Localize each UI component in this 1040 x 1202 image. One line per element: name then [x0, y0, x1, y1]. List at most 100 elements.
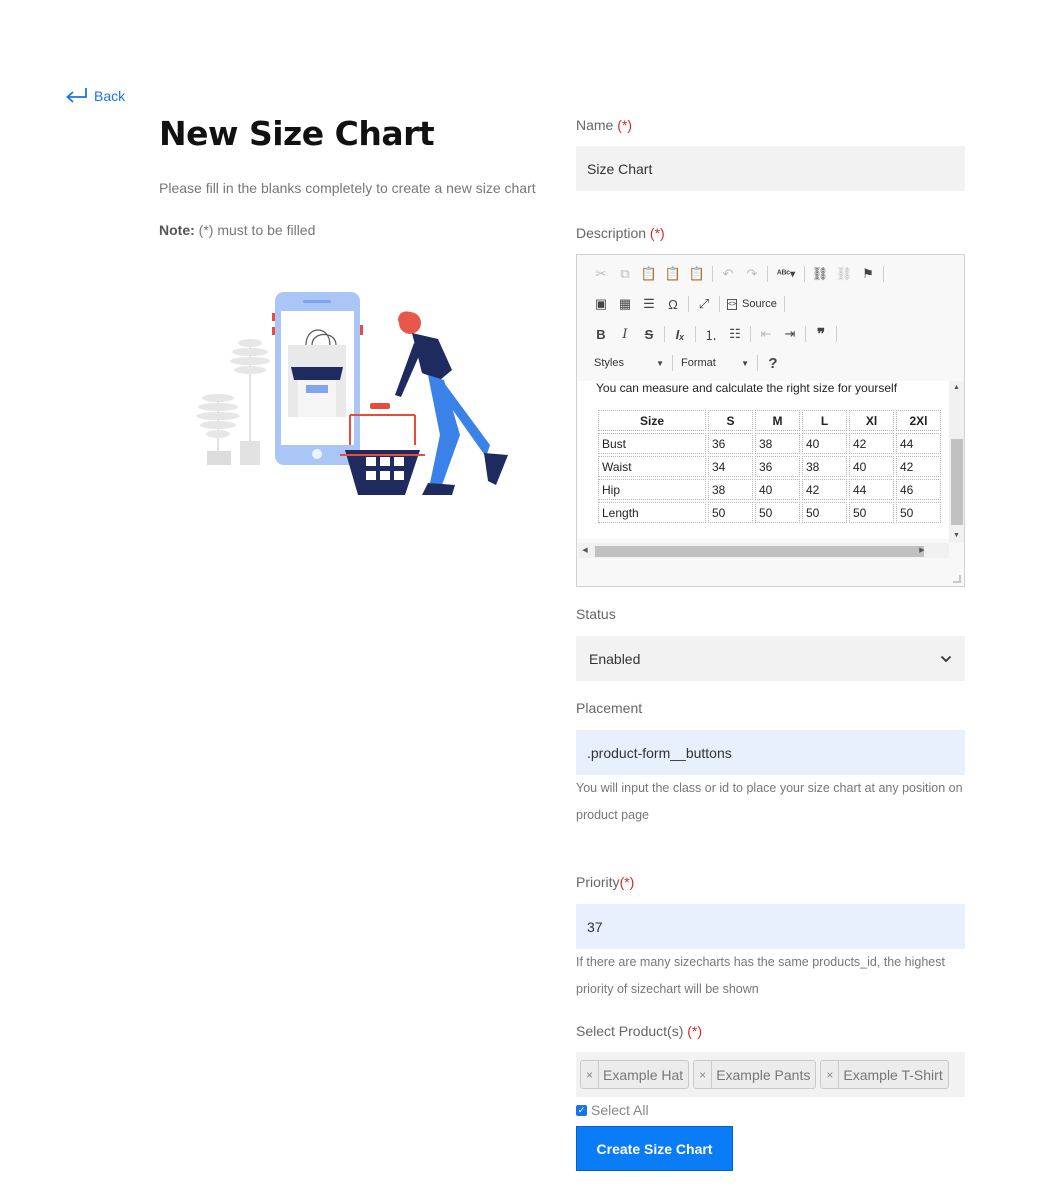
strikethrough-icon[interactable]: S	[637, 323, 661, 345]
table-header: L	[802, 410, 847, 431]
special-char-icon[interactable]: Ω	[661, 293, 685, 315]
page-title: New Size Chart	[159, 114, 435, 153]
bulleted-list-icon[interactable]: ☷	[723, 323, 747, 345]
rich-text-editor[interactable]: ✂ ⧉ 📋 📋 📋 ↶ ↷ ᴬᴮᶜ▾ ⛓ ⛓ ⚑ ▣ ▦ ☰ Ω ⤢ <> So…	[576, 254, 965, 587]
remove-tag-icon[interactable]: ×	[821, 1061, 840, 1088]
cut-icon[interactable]: ✂	[589, 263, 613, 285]
vertical-scrollbar[interactable]: ▲ ▼	[949, 381, 964, 543]
table-cell: 38	[802, 456, 847, 477]
toolbar-separator	[719, 296, 720, 312]
remove-tag-icon[interactable]: ×	[581, 1061, 600, 1088]
note-text: (*) must to be filled	[198, 222, 316, 238]
indent-icon[interactable]: ⇥	[778, 323, 802, 345]
format-label: Format	[681, 357, 716, 369]
table-cell: 40	[755, 479, 800, 500]
product-multiselect[interactable]: × Example Hat × Example Pants × Example …	[576, 1052, 965, 1097]
product-tag: × Example Pants	[693, 1060, 817, 1089]
bold-icon[interactable]: B	[589, 323, 613, 345]
remove-format-icon[interactable]: Iₓ	[668, 323, 692, 345]
source-button[interactable]: <> Source	[723, 293, 781, 315]
numbered-list-icon[interactable]: ⒈	[699, 323, 723, 345]
outdent-icon[interactable]: ⇤	[754, 323, 778, 345]
priority-help-text: If there are many sizecharts has the sam…	[576, 955, 945, 996]
styles-label: Styles	[594, 357, 624, 369]
horizontal-scrollbar[interactable]: ◀ ▶	[578, 543, 949, 558]
back-label: Back	[94, 88, 126, 104]
blockquote-icon[interactable]: ❞	[809, 323, 833, 345]
maximize-icon[interactable]: ⤢	[692, 293, 716, 315]
status-selected-value: Enabled	[589, 650, 641, 667]
table-cell: 50	[896, 502, 941, 523]
format-dropdown[interactable]: Format ▼	[676, 353, 754, 373]
copy-icon[interactable]: ⧉	[613, 263, 637, 285]
toolbar-separator	[750, 326, 751, 342]
table-cell: 46	[896, 479, 941, 500]
editor-toolbar-row: ▣ ▦ ☰ Ω ⤢ <> Source	[589, 292, 788, 316]
scrollbar-thumb[interactable]	[951, 439, 963, 525]
table-cell: 42	[802, 479, 847, 500]
create-size-chart-button[interactable]: Create Size Chart	[576, 1126, 733, 1171]
paste-icon[interactable]: 📋	[637, 263, 661, 285]
table-cell: 40	[802, 433, 847, 454]
name-input[interactable]: Size Chart	[576, 146, 965, 191]
paste-text-icon[interactable]: 📋	[661, 263, 685, 285]
table-cell: 50	[755, 502, 800, 523]
scroll-left-icon[interactable]: ◀	[578, 543, 592, 558]
source-label: Source	[742, 298, 777, 310]
status-select[interactable]: Enabled	[576, 636, 965, 681]
name-input-value: Size Chart	[587, 160, 653, 177]
description-label: Description (*)	[576, 225, 665, 241]
help-icon[interactable]: ?	[761, 352, 785, 374]
table-header: S	[708, 410, 753, 431]
table-row: Length 50 50 50 50 50	[598, 502, 941, 523]
table-cell: Bust	[598, 433, 706, 454]
scroll-right-icon[interactable]: ▶	[915, 543, 929, 558]
table-row: Hip 38 40 42 44 46	[598, 479, 941, 500]
products-label-text: Select Product(s)	[576, 1023, 684, 1039]
toolbar-separator	[883, 266, 884, 282]
table-cell: 36	[755, 456, 800, 477]
return-arrow-icon	[66, 88, 87, 103]
scroll-down-icon[interactable]: ▼	[949, 529, 964, 543]
image-icon[interactable]: ▣	[589, 293, 613, 315]
paste-word-icon[interactable]: 📋	[685, 263, 709, 285]
table-icon[interactable]: ▦	[613, 293, 637, 315]
spellcheck-icon[interactable]: ᴬᴮᶜ▾	[771, 263, 801, 285]
toolbar-separator	[664, 326, 665, 342]
editor-toolbar-row: B I S Iₓ ⒈ ☷ ⇤ ⇥ ❞	[589, 322, 840, 346]
placement-input[interactable]: .product-form__buttons	[576, 730, 965, 775]
required-mark: (*)	[649, 225, 665, 241]
table-cell: 38	[755, 433, 800, 454]
select-all-checkbox[interactable]: ✓ Select All	[576, 1102, 649, 1118]
remove-tag-icon[interactable]: ×	[694, 1061, 713, 1088]
scroll-up-icon[interactable]: ▲	[949, 381, 964, 395]
resize-handle-icon[interactable]	[953, 575, 961, 583]
italic-icon[interactable]: I	[613, 323, 637, 345]
editor-intro-text: You can measure and calculate the right …	[596, 381, 898, 395]
shopper-icon	[340, 311, 508, 495]
editor-content[interactable]: You can measure and calculate the right …	[578, 381, 949, 539]
undo-icon[interactable]: ↶	[716, 263, 740, 285]
link-icon[interactable]: ⛓	[808, 263, 832, 285]
anchor-flag-icon[interactable]: ⚑	[856, 263, 880, 285]
select-all-label: Select All	[591, 1102, 649, 1118]
table-cell: 40	[849, 456, 894, 477]
plant-decoration-icon	[196, 339, 270, 465]
table-header: Xl	[849, 410, 894, 431]
unlink-icon[interactable]: ⛓	[832, 263, 856, 285]
table-cell: Length	[598, 502, 706, 523]
description-label-text: Description	[576, 225, 647, 241]
back-link[interactable]: Back	[64, 86, 125, 106]
table-cell: Hip	[598, 479, 706, 500]
horizontal-line-icon[interactable]: ☰	[637, 293, 661, 315]
priority-input[interactable]: 37	[576, 904, 965, 949]
toolbar-separator	[712, 266, 713, 282]
name-label-text: Name	[576, 117, 614, 133]
table-header: 2Xl	[896, 410, 941, 431]
checkmark-icon[interactable]: ✓	[576, 1104, 587, 1116]
scrollbar-thumb[interactable]	[595, 546, 924, 557]
redo-icon[interactable]: ↷	[740, 263, 764, 285]
styles-dropdown[interactable]: Styles ▼	[589, 353, 669, 373]
source-icon: <>	[727, 298, 737, 310]
table-cell: Waist	[598, 456, 706, 477]
